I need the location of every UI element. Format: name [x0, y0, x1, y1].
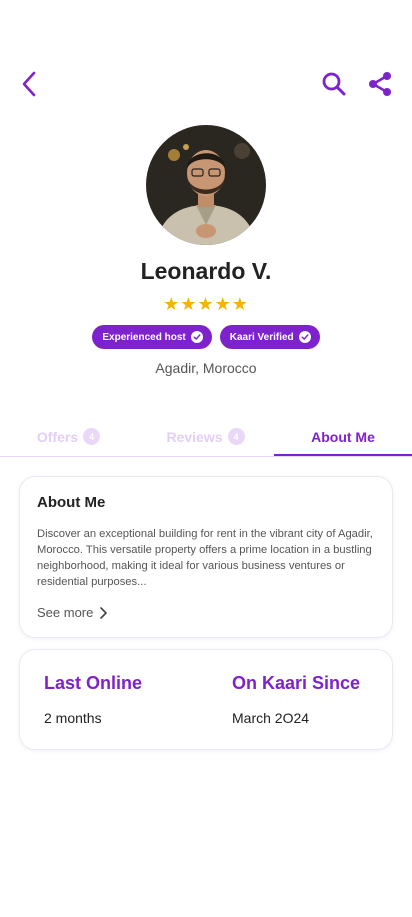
about-description: Discover an exceptional building for ren…	[37, 528, 373, 588]
chevron-left-icon	[22, 71, 36, 97]
tab-count-badge: 4	[227, 428, 245, 445]
see-more-label: See more	[37, 605, 94, 620]
about-title: About Me	[37, 494, 106, 511]
tab-offers[interactable]: Offers 4	[0, 418, 137, 455]
member-since-value: March 2O24	[232, 710, 310, 726]
about-card: About Me Discover an exceptional buildin…	[19, 476, 393, 638]
share-button[interactable]	[364, 68, 396, 100]
location-text: Agadir, Morocco	[155, 360, 257, 376]
badge-label: Kaari Verified	[229, 331, 294, 343]
check-icon	[190, 331, 203, 343]
back-button[interactable]	[14, 68, 46, 100]
tab-reviews[interactable]: Reviews 4	[137, 418, 274, 455]
search-button[interactable]	[318, 68, 350, 100]
share-icon	[369, 72, 391, 96]
kaari-verified-badge: Kaari Verified	[219, 325, 320, 349]
tab-about-me[interactable]: About Me	[274, 418, 412, 455]
check-icon	[298, 331, 311, 343]
stats-card: Last Online 2 months On Kaari Since Marc…	[19, 649, 393, 750]
top-bar	[0, 64, 412, 104]
profile-name: Leonardo V.	[140, 258, 272, 284]
profile-tabs: Offers 4 Reviews 4 About Me	[0, 418, 412, 457]
see-more-link[interactable]: See more	[37, 605, 108, 620]
member-since-label: On Kaari Since	[232, 673, 361, 693]
tab-label: Offers	[36, 428, 79, 445]
active-tab-indicator	[274, 454, 412, 456]
badges-row: Experienced host Kaari Verified	[0, 325, 412, 349]
tab-label: About Me	[311, 428, 375, 445]
tab-count-badge: 4	[83, 428, 101, 445]
last-online-value: 2 months	[44, 710, 102, 726]
badge-label: Experienced host	[102, 331, 186, 343]
experienced-host-badge: Experienced host	[92, 325, 212, 349]
tab-label: Reviews	[166, 428, 223, 445]
avatar	[146, 125, 266, 245]
search-icon	[322, 72, 346, 96]
last-online-label: Last Online	[44, 673, 143, 693]
chevron-right-icon	[100, 606, 108, 619]
rating-stars: ★★★★★	[163, 294, 249, 314]
